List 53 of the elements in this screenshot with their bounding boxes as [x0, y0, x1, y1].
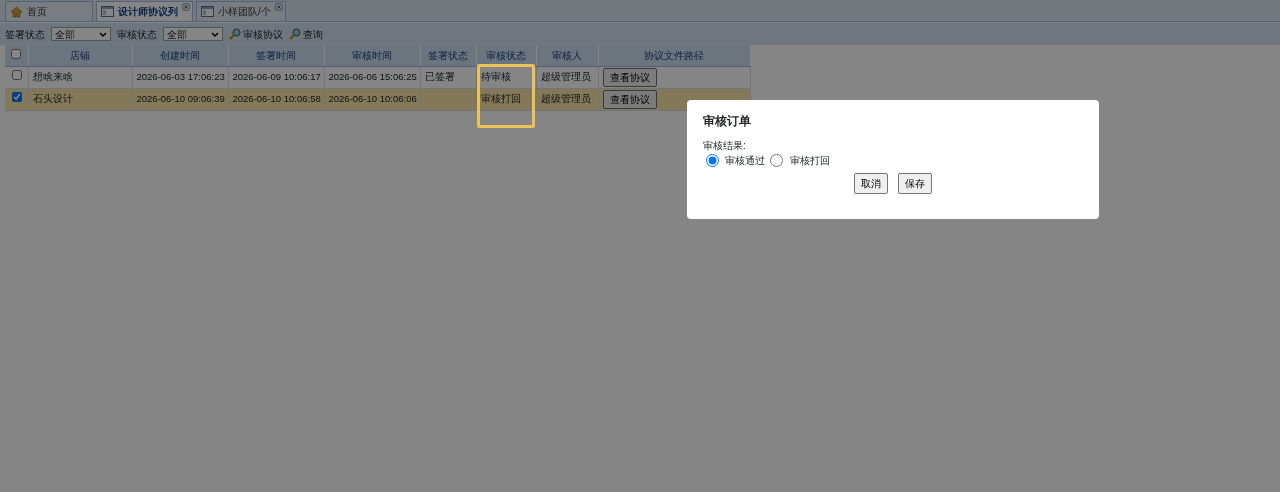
home-icon: [10, 5, 23, 18]
tab[interactable]: 设计师协议列: [96, 1, 193, 21]
table-cell: 待审核: [480, 70, 511, 82]
tab[interactable]: 首页: [5, 1, 93, 21]
dialog-title: 审核订单: [703, 114, 752, 129]
column-header: 审核状态: [486, 49, 526, 61]
close-icon[interactable]: [182, 3, 190, 11]
search-icon: [289, 28, 301, 40]
filter-label: 签署状态: [5, 27, 45, 42]
filter-select[interactable]: 全部: [51, 27, 111, 41]
search-icon: [229, 28, 241, 40]
radio-label: 审核打回: [789, 154, 830, 169]
select-all-checkbox[interactable]: [11, 48, 22, 59]
table-cell: 石头设计: [32, 92, 73, 104]
table-cell: 超级管理员: [540, 92, 591, 104]
column-header: 创建时间: [160, 49, 200, 61]
window-icon: [101, 6, 114, 17]
column-header: 协议文件路径: [644, 49, 704, 61]
radio-button[interactable]: [770, 154, 783, 168]
column-header: 签署状态: [428, 49, 468, 61]
table-cell: 已签署: [424, 70, 455, 82]
radio-button[interactable]: [705, 154, 719, 168]
table-cell: 2026-06-10 10:06:58: [232, 92, 321, 104]
tab-label: 首页: [27, 5, 47, 19]
table-cell: 2026-06-09 10:06:17: [232, 70, 321, 82]
column-header: 审核时间: [352, 49, 392, 61]
filter-label: 审核状态: [117, 27, 157, 42]
toolbar-button[interactable]: 审核协议: [229, 26, 283, 42]
tab-label: 小样团队/个: [218, 5, 271, 19]
table-cell: 2026-06-10 09:06:39: [136, 92, 225, 104]
tab[interactable]: 小样团队/个: [196, 1, 286, 21]
radio-label: 审核通过: [725, 154, 765, 169]
toolbar-button[interactable]: 查询: [289, 26, 323, 42]
close-icon[interactable]: [274, 3, 283, 11]
column-header: 签署时间: [256, 49, 296, 61]
view-button[interactable]: 查看协议: [602, 67, 657, 87]
field-label: 审核结果:: [703, 139, 747, 154]
view-button[interactable]: 查看协议: [602, 89, 657, 109]
tab-label: 设计师协议列: [118, 5, 178, 19]
column-header: 审核人: [552, 49, 582, 61]
table-cell: 2026-06-06 15:06:25: [328, 70, 417, 82]
window-icon: [201, 6, 214, 17]
row-checkbox[interactable]: [12, 69, 23, 80]
filter-select[interactable]: 全部: [163, 27, 223, 41]
dialog-button[interactable]: 保存: [898, 173, 932, 195]
column-header: 店铺: [70, 49, 90, 61]
table-cell: 2026-06-10 10:06:06: [328, 92, 417, 104]
row-checkbox[interactable]: [12, 91, 23, 102]
table-cell: 2026-06-03 17:06:23: [136, 70, 225, 82]
table-cell: 想啥来啥: [32, 70, 73, 82]
table-cell: 审核打回: [480, 92, 521, 104]
table-cell: 超级管理员: [540, 70, 591, 82]
dialog-button[interactable]: 取消: [854, 173, 888, 195]
